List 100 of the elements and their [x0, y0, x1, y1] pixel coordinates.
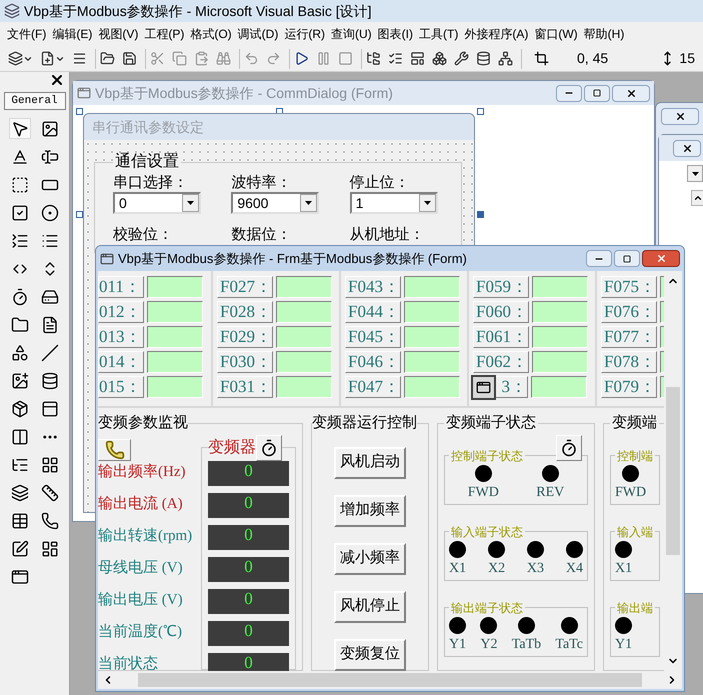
command-button[interactable]: 增加频率: [334, 494, 406, 526]
parameter-label: F030：: [217, 351, 273, 373]
field-label: 从机地址：: [350, 226, 426, 244]
parameter-label: F059：: [473, 276, 529, 298]
parameter-value-field[interactable]: [147, 301, 203, 323]
terminal-label: Y1: [449, 638, 466, 652]
position-readout: 0, 45: [577, 49, 610, 68]
status-led: [622, 464, 640, 482]
status-led: [615, 540, 632, 558]
add-form-button[interactable]: [40, 48, 65, 68]
menu-item[interactable]: 视图(V): [95, 25, 142, 43]
close-icon: [626, 88, 636, 98]
stopwatch-icon: [556, 434, 582, 460]
value-display: 0: [208, 460, 289, 486]
field-label: 停止位：: [350, 174, 411, 192]
menu-item[interactable]: 运行(R): [281, 25, 328, 43]
pause-icon: [316, 51, 331, 66]
parameter-value-field[interactable]: [532, 301, 588, 323]
command-button[interactable]: 风机启动: [334, 446, 406, 478]
horizontal-scrollbar[interactable]: [96, 671, 684, 691]
parameter-value-field[interactable]: [276, 326, 332, 348]
parameter-value-field[interactable]: [147, 276, 203, 298]
menu-item[interactable]: 调试(D): [234, 25, 282, 43]
parameter-label: F060：: [473, 301, 529, 323]
parameter-label: F047：: [345, 376, 401, 398]
close-button[interactable]: [49, 72, 65, 88]
panel-title: 变频器运行控制: [312, 413, 417, 433]
parameter-value-field[interactable]: [404, 376, 460, 398]
menu-item[interactable]: 工程(P): [141, 25, 188, 43]
toolbox-tab[interactable]: General: [4, 92, 66, 110]
command-button[interactable]: 变频复位: [334, 638, 406, 670]
parameter-value-field[interactable]: [532, 276, 588, 298]
parameter-value-field[interactable]: [276, 376, 332, 398]
resize-handle[interactable]: [477, 108, 484, 115]
combo-box[interactable]: 9600: [231, 192, 320, 214]
parameter-value-field[interactable]: [404, 351, 460, 373]
value-display: 0: [208, 492, 289, 518]
dialog-control-icon[interactable]: [471, 375, 496, 400]
parameter-value-field[interactable]: [532, 326, 588, 348]
project-explorer-icon: [366, 51, 381, 66]
terminal-label: X1: [449, 562, 466, 576]
parameter-label: F029：: [217, 326, 273, 348]
maximize-button[interactable]: [614, 250, 640, 267]
menu-item[interactable]: 文件(F): [4, 25, 50, 43]
data-view-button[interactable]: [476, 48, 491, 68]
resize-handle[interactable]: [76, 108, 83, 115]
parameter-label: F045：: [345, 326, 401, 348]
menu-item[interactable]: 图表(I): [374, 25, 416, 43]
status-led: [449, 540, 466, 558]
parameter-value-field[interactable]: [532, 351, 588, 373]
parameter-label: 母线电压 (V): [98, 558, 184, 578]
position-icon: [534, 51, 549, 66]
menu-item[interactable]: 编辑(E): [49, 25, 96, 43]
parameter-label: 当前温度(℃): [98, 622, 183, 642]
menu-item[interactable]: 窗口(W): [531, 25, 581, 43]
size-readout: 15: [679, 49, 695, 68]
combo-box[interactable]: 0: [113, 192, 201, 214]
menu-item[interactable]: 格式(O): [187, 25, 235, 43]
parameter-value-field[interactable]: [404, 276, 460, 298]
terminal-label: TaTc: [555, 638, 583, 652]
resize-handle[interactable]: [76, 211, 83, 218]
close-button[interactable]: [673, 140, 701, 156]
stop-icon: [338, 51, 353, 66]
parameter-value-field[interactable]: [147, 351, 203, 373]
parameter-label: 014：: [98, 351, 144, 373]
telephone-icon: [98, 438, 131, 460]
parameter-value-field[interactable]: [404, 301, 460, 323]
value-display: 0: [208, 524, 289, 550]
copy-icon: [172, 51, 187, 66]
menu-item[interactable]: 外接程序(A): [461, 25, 532, 43]
panel-title: 变频参数监视: [98, 413, 188, 433]
menu-item[interactable]: 工具(T): [416, 25, 462, 43]
parameter-value-field[interactable]: [404, 326, 460, 348]
panel-title: 变频端子状态: [445, 413, 537, 433]
terminal-label: TaTb: [512, 638, 542, 652]
resize-handle[interactable]: [477, 211, 484, 218]
parameter-value-field[interactable]: [276, 351, 332, 373]
parameter-label: 输出转速(rpm): [98, 526, 194, 546]
close-button[interactable]: [612, 84, 650, 102]
window-title: Vbp基于Modbus参数操作 - Frm基于Modbus参数操作 (Form): [118, 250, 468, 268]
maximize-button[interactable]: [584, 84, 610, 102]
add-project-button[interactable]: [8, 48, 33, 68]
combo-box[interactable]: 1: [350, 192, 438, 214]
terminal-label: X3: [526, 562, 544, 576]
parameter-value-field[interactable]: [276, 276, 332, 298]
menu-item[interactable]: 查询(U): [328, 25, 375, 43]
parameter-value-field[interactable]: [147, 376, 203, 398]
undo-icon: [244, 51, 259, 66]
status-led: [449, 616, 466, 634]
parameter-value-field[interactable]: [276, 301, 332, 323]
terminal-label: Y1: [615, 638, 632, 652]
close-button[interactable]: [661, 108, 699, 124]
parameter-value-field[interactable]: [147, 326, 203, 348]
command-button[interactable]: 风机停止: [334, 590, 406, 622]
close-button[interactable]: [642, 250, 680, 267]
menu-item[interactable]: 帮助(H): [580, 25, 628, 43]
parameter-label: F027：: [217, 276, 273, 298]
parameter-value-field[interactable]: [531, 376, 587, 398]
command-button[interactable]: 减小频率: [334, 542, 406, 574]
pointer-icon[interactable]: [8, 118, 30, 139]
